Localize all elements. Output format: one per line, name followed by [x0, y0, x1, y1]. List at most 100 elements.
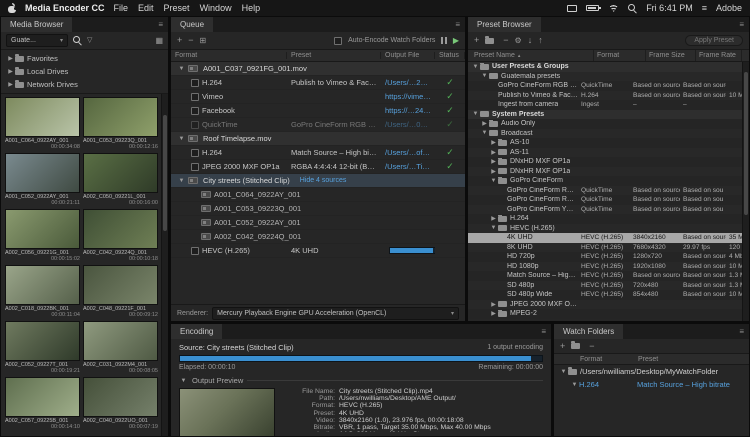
twirl-icon[interactable]: ▶ — [480, 120, 489, 127]
preset-group-row[interactable]: ▶AS-11 — [468, 148, 742, 158]
menu-window[interactable]: Window — [200, 3, 232, 13]
preset-row[interactable]: Ingest from cameraIngest–– — [468, 100, 742, 110]
new-group-icon[interactable] — [485, 38, 494, 44]
preset-group-row[interactable]: ▶DNxHD MXF OP1a — [468, 157, 742, 167]
media-clip[interactable]: A002_C052_09227T_00100:00:19:21 — [5, 321, 80, 374]
new-preset-icon[interactable]: + — [474, 36, 479, 45]
media-clip[interactable]: A002_C018_0922BK_00100:00:11:04 — [5, 265, 80, 318]
twirl-icon[interactable]: ▼ — [177, 178, 186, 184]
media-clip[interactable]: A001_C052_0922AY_00100:00:21:11 — [5, 153, 80, 206]
sidebar-item-favorites[interactable]: ▶Favorites — [1, 52, 168, 65]
preset-group-row[interactable]: ▶MPEG-2 — [468, 309, 742, 319]
battery-icon[interactable] — [586, 5, 599, 11]
twirl-icon[interactable]: ▶ — [6, 55, 15, 62]
notification-center-icon[interactable]: ≡ — [702, 3, 707, 13]
renderer-dropdown[interactable]: Mercury Playback Engine GPU Acceleration… — [212, 307, 459, 320]
twirl-icon[interactable]: ▶ — [489, 310, 498, 317]
spotlight-search-icon[interactable] — [628, 4, 637, 13]
auto-encode-checkbox[interactable] — [334, 37, 342, 45]
queue-output-row[interactable]: H.264Publish to Vimeo & Facebook/Users/…… — [171, 76, 465, 90]
output-file-link[interactable]: /Users/…0921FG_001.mov — [385, 120, 431, 129]
tab-encoding[interactable]: Encoding — [171, 324, 222, 339]
panel-menu-icon[interactable]: ≡ — [734, 17, 749, 32]
preset-group-row[interactable]: ▼User Presets & Groups — [468, 62, 742, 72]
preset-group-row[interactable]: ▶DNxHR MXF OP1a — [468, 167, 742, 177]
twirl-icon[interactable]: ▼ — [471, 111, 480, 117]
twirl-icon[interactable]: ▼ — [471, 64, 480, 70]
twirl-icon[interactable]: ▼ — [559, 369, 568, 375]
output-checkbox[interactable] — [191, 107, 199, 115]
media-clip[interactable]: A002_C040_0922UO_00100:00:07:19 — [83, 377, 158, 430]
watch-folder-output-row[interactable]: ▼H.264Match Source – High bitrate — [554, 378, 749, 391]
menu-file[interactable]: File — [114, 3, 129, 13]
apple-menu-icon[interactable] — [8, 3, 16, 13]
output-file-link[interactable]: /Users/…Timelapse_1.mxf — [385, 162, 431, 171]
output-checkbox[interactable] — [191, 247, 199, 255]
sidebar-item-local-drives[interactable]: ▶Local Drives — [1, 65, 168, 78]
column-preset[interactable]: Preset — [638, 356, 658, 363]
start-queue-button[interactable]: ▶ — [453, 37, 459, 45]
output-preset[interactable]: 4K UHD — [287, 246, 381, 255]
grid-view-icon[interactable]: ▦ — [155, 37, 163, 45]
display-icon[interactable] — [567, 5, 577, 12]
tab-queue[interactable]: Queue — [171, 17, 213, 32]
preset-group-row[interactable]: ▶Audio Only — [468, 119, 742, 129]
filter-icon[interactable]: ▽ — [87, 37, 92, 44]
queue-output-row[interactable]: HEVC (H.265)4K UHD/Users/…itched Clip).m… — [171, 244, 465, 258]
twirl-icon[interactable]: ▶ — [6, 68, 15, 75]
panel-menu-icon[interactable]: ≡ — [450, 17, 465, 32]
twirl-icon[interactable]: ▼ — [489, 225, 498, 231]
output-file-link[interactable]: /Users/…of Timelapse.mp4 — [385, 148, 431, 157]
twirl-icon[interactable]: ▼ — [177, 136, 186, 142]
preset-group-row[interactable]: ▼HEVC (H.265) — [468, 224, 742, 234]
output-file-link[interactable]: https://…24119614602283 — [385, 106, 431, 115]
preset-row[interactable]: Publish to Vimeo & FacebookH.264Based on… — [468, 91, 742, 101]
add-watch-folder-icon[interactable]: + — [560, 342, 565, 351]
delete-preset-icon[interactable]: − — [503, 36, 508, 45]
media-browser-scrollbar[interactable] — [161, 94, 168, 436]
preset-browser-scrollbar[interactable] — [742, 62, 749, 321]
preset-row[interactable]: 4K UHDHEVC (H.265)3840x2160Based on sour… — [468, 233, 742, 243]
twirl-icon[interactable]: ▼ — [489, 178, 498, 184]
watch-output-preset[interactable]: Match Source – High bitrate — [637, 380, 749, 389]
column-status[interactable]: Status — [435, 52, 465, 59]
panel-menu-icon[interactable]: ≡ — [536, 324, 551, 339]
preset-group-row[interactable]: ▼Guatemala presets — [468, 72, 742, 82]
preset-row[interactable]: GoPro CineForm YUV 10-bitQuickTimeBased … — [468, 205, 742, 215]
preset-row[interactable]: SD 480pHEVC (H.265)720x480Based on sourc… — [468, 281, 742, 291]
output-preset[interactable]: GoPro CineForm RGB 12-b… — [287, 120, 381, 129]
preset-settings-icon[interactable]: ⚙ — [515, 37, 522, 45]
twirl-icon[interactable]: ▼ — [480, 130, 489, 136]
queue-subsource-row[interactable]: A001_C064_0922AY_001 — [171, 188, 465, 202]
twirl-icon[interactable]: ▶ — [489, 168, 498, 175]
twirl-icon[interactable]: ▶ — [489, 139, 498, 146]
queue-output-row[interactable]: Vimeohttps://vimeo.com/184066142✓ — [171, 90, 465, 104]
column-frame-size[interactable]: Frame Size — [646, 50, 696, 61]
twirl-icon[interactable]: ▶ — [489, 215, 498, 222]
column-format[interactable]: Format — [594, 50, 646, 61]
tab-preset-browser[interactable]: Preset Browser — [468, 17, 541, 32]
twirl-icon[interactable]: ▶ — [489, 158, 498, 165]
queue-output-row[interactable]: JPEG 2000 MXF OP1aRGBA 4:4:4:4 12-bit (B… — [171, 160, 465, 174]
output-file-link[interactable]: /Users/…21FG_001_1.mp4 — [385, 78, 431, 87]
media-clip[interactable]: A001_C053_09223Q_00100:00:12:16 — [83, 97, 158, 150]
preset-row[interactable]: GoPro CineForm RGB 12-bitQuickTimeBased … — [468, 195, 742, 205]
menu-clock[interactable]: Fri 6:41 PM — [646, 3, 693, 13]
add-output-icon[interactable]: + — [177, 36, 182, 45]
twirl-icon[interactable]: ▶ — [6, 81, 15, 88]
column-format[interactable]: Format — [171, 52, 287, 59]
output-checkbox[interactable] — [191, 121, 199, 129]
preset-row[interactable]: HD 720pHEVC (H.265)1280x720Based on sour… — [468, 252, 742, 262]
media-clip[interactable]: A002_C050_09221L_00100:00:16:00 — [83, 153, 158, 206]
preset-row[interactable]: GoPro CineForm RGB 12-bit with alpha (Al… — [468, 81, 742, 91]
output-file-link[interactable]: https://vimeo.com/184066142 — [385, 92, 431, 101]
output-checkbox[interactable] — [191, 93, 199, 101]
preset-group-row[interactable]: ▼System Presets — [468, 110, 742, 120]
media-clip[interactable]: A002_C042_09224Q_00100:00:10:18 — [83, 209, 158, 262]
queue-subsource-row[interactable]: A001_C053_09223Q_001 — [171, 202, 465, 216]
output-preset[interactable]: Publish to Vimeo & Facebook — [287, 78, 381, 87]
preset-row[interactable]: HD 1080pHEVC (H.265)1920x1080Based on so… — [468, 262, 742, 272]
output-checkbox[interactable] — [191, 149, 199, 157]
panel-menu-icon[interactable]: ≡ — [734, 324, 749, 339]
twirl-icon[interactable]: ▼ — [570, 382, 579, 388]
